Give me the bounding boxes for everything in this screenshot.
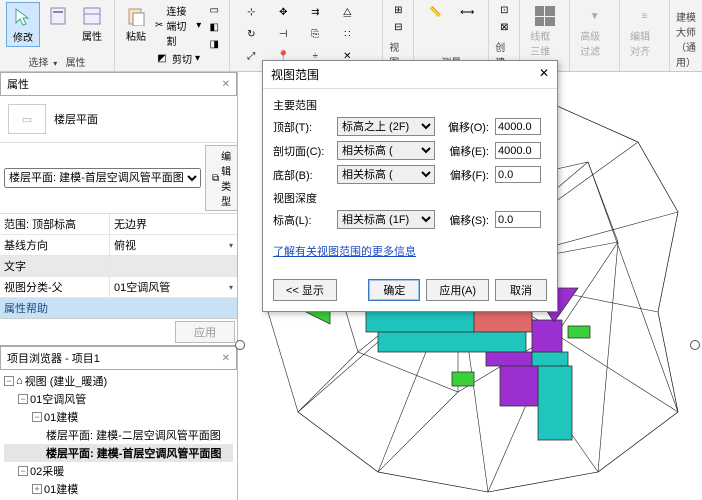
close-icon[interactable]: ✕ bbox=[539, 66, 549, 83]
tree-toggle[interactable]: − bbox=[4, 376, 14, 386]
type-selector[interactable]: 楼层平面 bbox=[54, 111, 98, 127]
move-icon: ✥ bbox=[275, 4, 291, 20]
close-icon[interactable]: ✕ bbox=[222, 79, 230, 90]
paste-icon bbox=[124, 4, 148, 28]
modify-tool[interactable]: 修改 bbox=[6, 2, 40, 47]
filter-icon: ▼ bbox=[583, 4, 607, 28]
project-browser: 项目浏览器 - 项目1✕ −⌂视图 (建业_暖通) −01空调风管 −01建模 … bbox=[0, 345, 237, 500]
grid-bubble[interactable] bbox=[235, 340, 245, 350]
property-grid[interactable]: 范围: 顶部标高无边界 基线方向俯视 文字 视图分类-父01空调风管 视图分类-… bbox=[0, 214, 237, 298]
cut-icon: ◩ bbox=[155, 52, 169, 66]
property-help-link[interactable]: 属性帮助 bbox=[0, 298, 237, 318]
trim2-icon: ⊣ bbox=[275, 26, 291, 42]
bottom-offset-input[interactable] bbox=[495, 166, 541, 183]
array-icon: ∷ bbox=[339, 26, 355, 42]
trim-icon: ◨ bbox=[207, 37, 221, 51]
top-offset-input[interactable] bbox=[495, 118, 541, 135]
show-button[interactable]: << 显示 bbox=[273, 279, 337, 301]
offset-icon: ⇉ bbox=[307, 4, 323, 20]
view-ico1: ⊞ bbox=[391, 3, 405, 17]
dim-icon: ⟷ bbox=[459, 4, 475, 20]
scale-icon: ⤢ bbox=[243, 48, 259, 64]
cut-geom-tool[interactable]: ◩剪切 ▾ bbox=[153, 50, 203, 67]
view-range-dialog: 视图范围 ✕ 主要范围 顶部(T): 标高之上 (2F) 偏移(O): 剖切面(… bbox=[262, 60, 558, 312]
grid-bubble[interactable] bbox=[690, 340, 700, 350]
ok-button[interactable]: 确定 bbox=[368, 279, 420, 301]
copy-icon: ⎘ bbox=[307, 26, 323, 42]
cope-tool[interactable]: ✂连接端切割 ▾ bbox=[153, 2, 203, 49]
split-icon: ◧ bbox=[207, 20, 221, 34]
top-select[interactable]: 标高之上 (2F) bbox=[337, 117, 435, 136]
edit-type-button[interactable]: ⧉编辑类型 bbox=[205, 145, 238, 211]
cut-offset-input[interactable] bbox=[495, 142, 541, 159]
tree-item-selected[interactable]: 楼层平面: 建模-首层空调风管平面图 bbox=[4, 444, 233, 462]
properties-tool[interactable]: 属性 bbox=[76, 2, 108, 47]
dialog-title: 视图范围 bbox=[271, 66, 319, 83]
level-offset-input[interactable] bbox=[495, 211, 541, 228]
cancel-button[interactable]: 取消 bbox=[495, 279, 547, 301]
primary-range-label: 主要范围 bbox=[273, 97, 547, 113]
learn-more-link[interactable]: 了解有关视图范围的更多信息 bbox=[273, 243, 416, 259]
level-select[interactable]: 相关标高 (1F) bbox=[337, 210, 435, 229]
bottom-select[interactable]: 相关标高 ( bbox=[337, 165, 435, 184]
type-thumbnail-icon: ▭ bbox=[8, 104, 46, 134]
cope-icon: ✂ bbox=[155, 19, 163, 33]
align-icon: ⊹ bbox=[243, 4, 259, 20]
rotate-icon: ↻ bbox=[243, 26, 259, 42]
apply-properties-button[interactable]: 应用 bbox=[175, 321, 235, 343]
left-panels: 属性✕ ▭ 楼层平面 楼层平面: 建模-首层空调风管平面图 ⧉编辑类型 范围: … bbox=[0, 72, 238, 500]
mirror-icon: ⧋ bbox=[339, 4, 355, 20]
cut-select[interactable]: 相关标高 ( bbox=[337, 141, 435, 160]
instance-selector[interactable]: 楼层平面: 建模-首层空调风管平面图 bbox=[4, 168, 201, 188]
wireframe-icon bbox=[533, 4, 557, 28]
apply-button[interactable]: 应用(A) bbox=[426, 279, 489, 301]
view-depth-label: 视图深度 bbox=[273, 190, 547, 206]
properties-icon bbox=[80, 4, 104, 28]
measure-icon: 📏 bbox=[427, 4, 443, 20]
doc-icon bbox=[46, 4, 70, 28]
wall-icon: ▭ bbox=[207, 3, 221, 17]
type-properties-tool[interactable] bbox=[42, 2, 74, 47]
close-icon[interactable]: ✕ bbox=[222, 353, 230, 364]
arrow-icon bbox=[11, 5, 35, 29]
properties-panel-title: 属性✕ bbox=[0, 72, 237, 96]
editalign-icon: ≡ bbox=[633, 4, 657, 28]
view-ico2: ⊟ bbox=[391, 20, 405, 34]
tree-item[interactable]: 楼层平面: 建模-二层空调风管平面图 bbox=[4, 426, 233, 444]
